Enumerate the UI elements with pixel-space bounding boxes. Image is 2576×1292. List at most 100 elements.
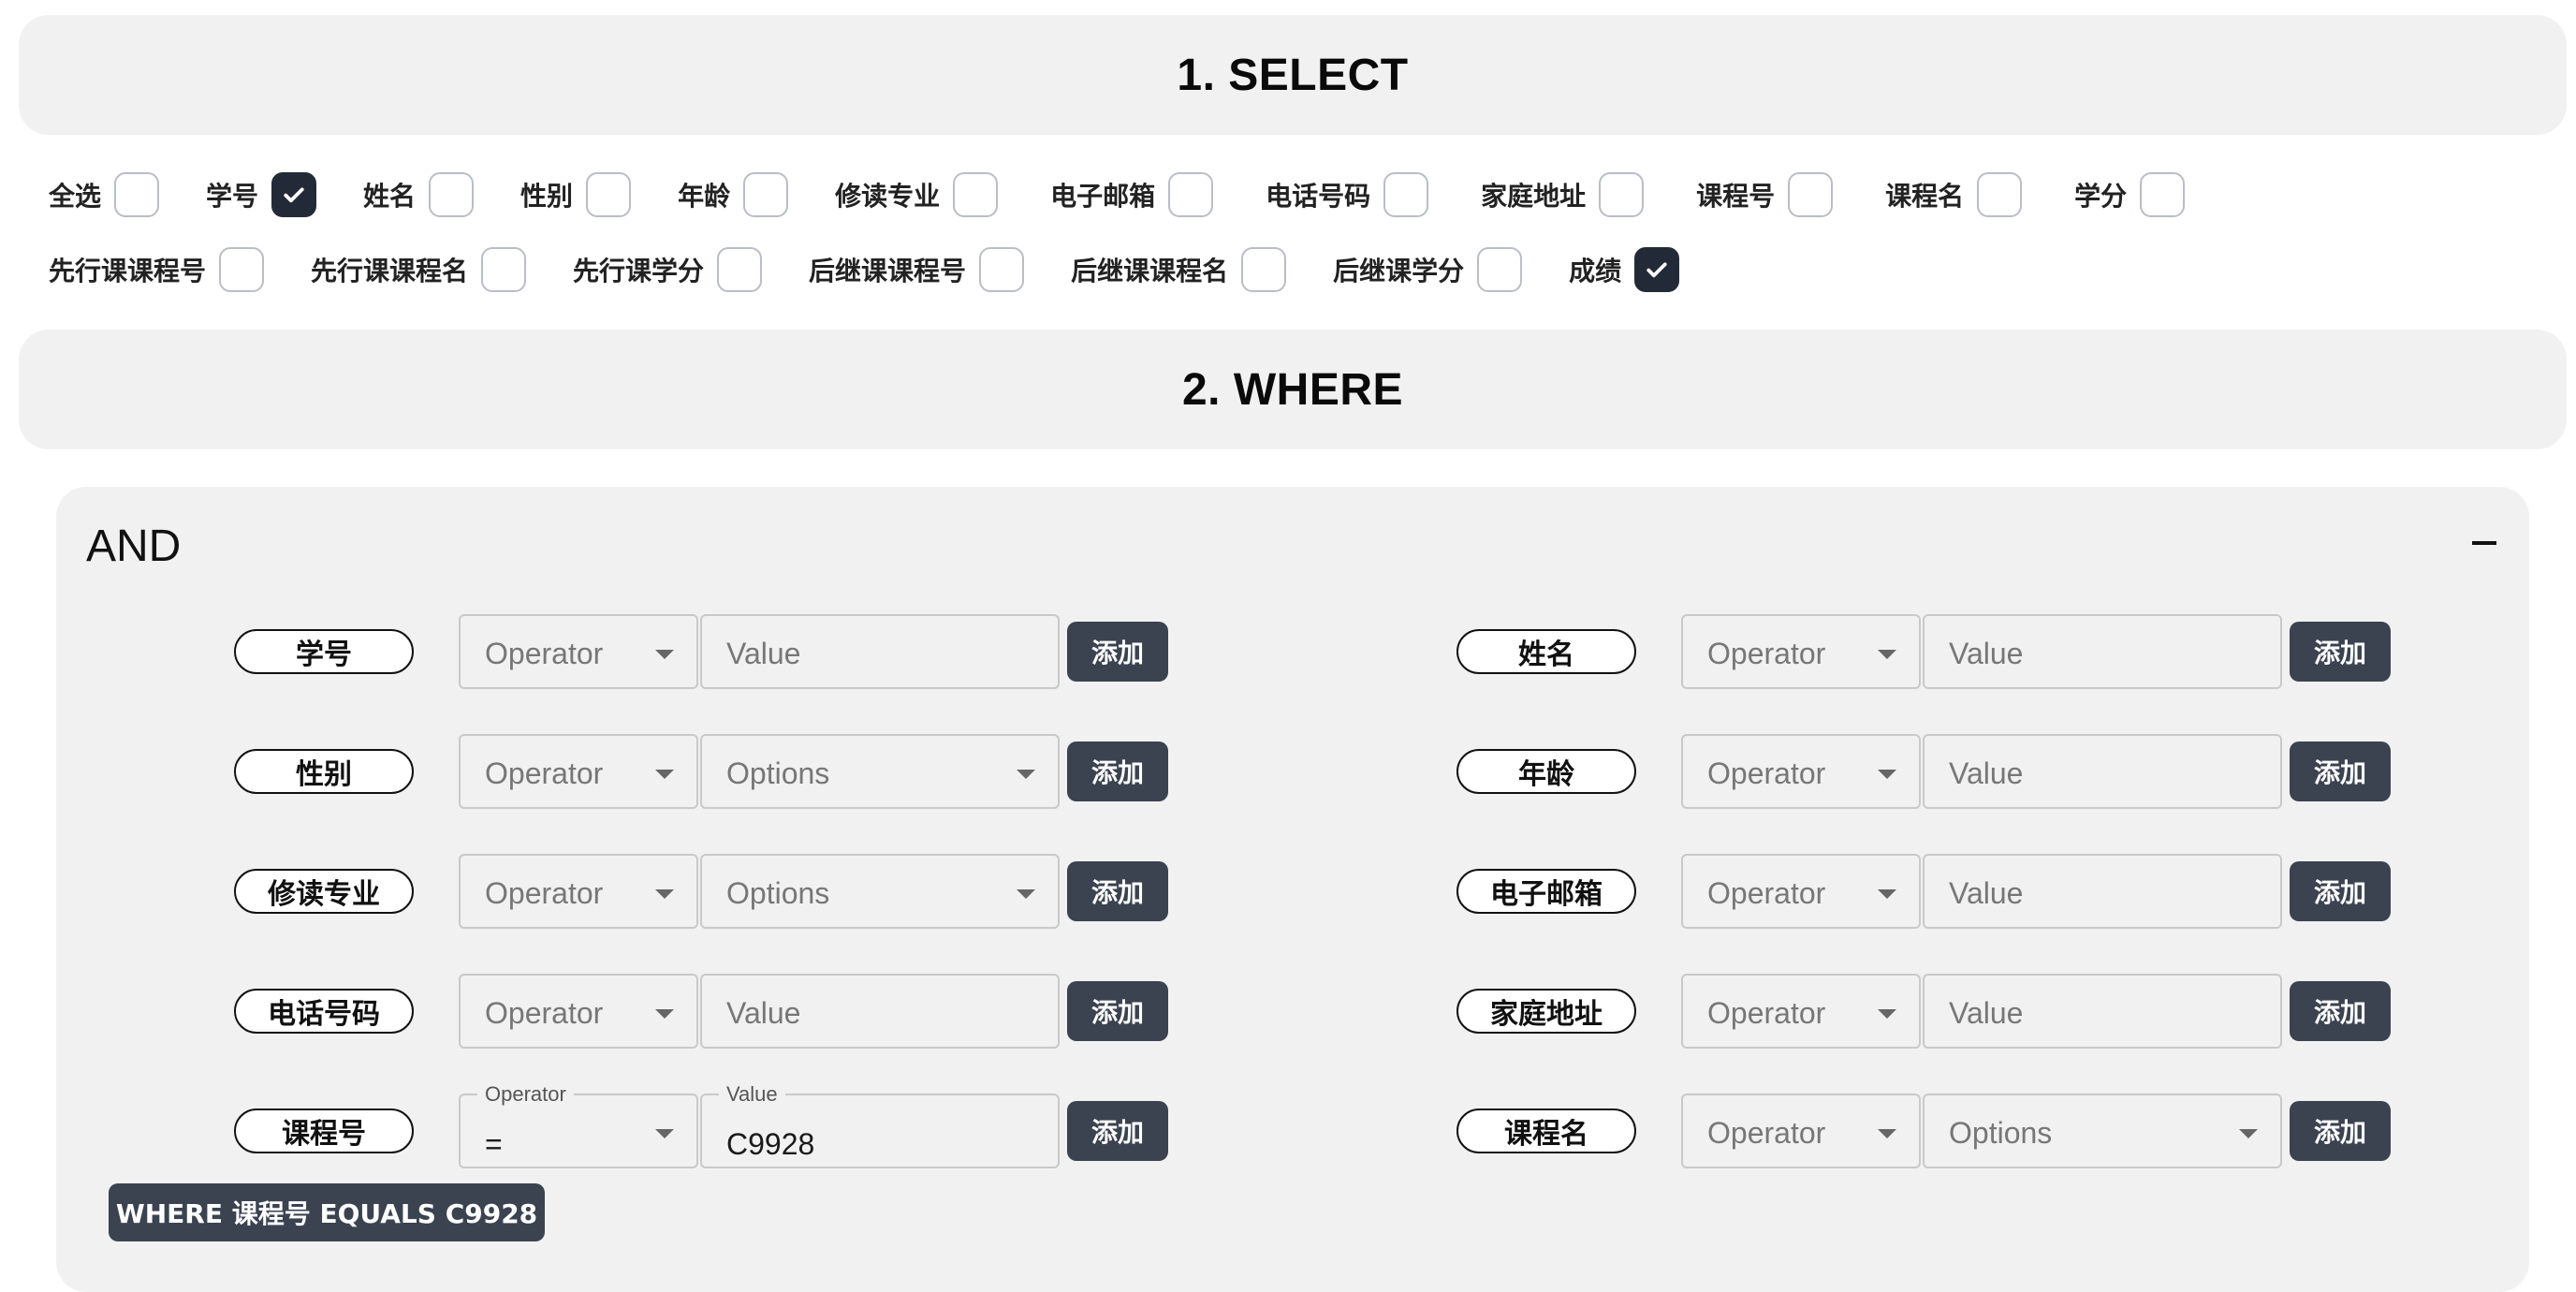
select-field-next-credit[interactable]: 后继课学分 [1333,247,1523,292]
gender-checkbox[interactable] [586,172,632,217]
dropdown-caret-icon [1878,1129,1896,1138]
field-label: 电话号码 [1266,181,1371,212]
course-id-checkbox[interactable] [1788,172,1834,217]
minus-icon [2472,541,2496,545]
add-condition-button[interactable]: 添加 [1067,741,1168,801]
options-select[interactable]: Options [1923,1094,2282,1168]
field-label: 修读专业 [835,181,941,212]
add-condition-button[interactable]: 添加 [2290,861,2391,921]
add-condition-button[interactable]: 添加 [1067,981,1168,1041]
select-field-course-name[interactable]: 课程名 [1885,172,2023,217]
value-placeholder: Value [1949,876,2024,910]
select-field-course-id[interactable]: 课程号 [1696,172,1834,217]
condition-field-pill: 电子邮箱 [1456,869,1636,914]
value-input[interactable]: Value [1923,974,2282,1049]
select-field-email[interactable]: 电子邮箱 [1050,172,1214,217]
prereq-name-checkbox[interactable] [481,247,527,292]
field-label: 先行课课程名 [311,256,469,286]
operator-select[interactable]: Operator [459,974,698,1049]
select-field-prereq-credit[interactable]: 先行课学分 [573,247,763,292]
select-field-major[interactable]: 修读专业 [835,172,999,217]
email-checkbox[interactable] [1168,172,1214,217]
next-credit-checkbox[interactable] [1477,247,1523,292]
field-label: 课程名 [1885,181,1965,212]
where-clause-chip[interactable]: WHERE 课程号 EQUALS C9928 [109,1183,545,1241]
operator-select[interactable]: Operator [459,734,698,809]
select-all-checkbox[interactable] [114,172,160,217]
dropdown-caret-icon [655,1009,674,1019]
value-floating-label: Value [719,1082,785,1107]
next-id-checkbox[interactable] [979,247,1025,292]
add-condition-button[interactable]: 添加 [1067,1101,1168,1161]
select-field-all[interactable]: 全选 [49,172,160,217]
condition-field-pill: 修读专业 [234,869,414,914]
select-field-gender[interactable]: 性别 [520,172,632,217]
student-id-checkbox[interactable] [271,172,317,217]
operator-placeholder: Operator [485,756,604,790]
value-input[interactable]: Value [1923,734,2282,809]
add-condition-button[interactable]: 添加 [1067,861,1168,921]
address-checkbox[interactable] [1599,172,1645,217]
operator-placeholder: Operator [1707,876,1826,910]
select-field-credit[interactable]: 学分 [2074,172,2186,217]
options-placeholder: Options [1949,1116,2053,1150]
operator-select[interactable]: Operator [1681,614,1921,689]
field-label: 后继课课程名 [1071,256,1229,286]
where-condition-group: AND 学号 Operator Value 添加 姓名 Operator Val… [56,487,2529,1292]
add-condition-button[interactable]: 添加 [2290,741,2391,801]
select-field-next-id[interactable]: 后继课课程号 [809,247,1025,292]
value-input[interactable]: Value [700,614,1060,689]
credit-checkbox[interactable] [2140,172,2186,217]
value-input[interactable]: Value C9928 [700,1082,1060,1168]
add-condition-button[interactable]: 添加 [2290,1101,2391,1161]
select-field-phone[interactable]: 电话号码 [1266,172,1429,217]
operator-select[interactable]: Operator [1681,734,1921,809]
select-field-prereq-id[interactable]: 先行课课程号 [49,247,265,292]
collapse-group-button[interactable] [2466,524,2503,562]
value-input[interactable]: Value [1923,854,2282,929]
select-field-grade[interactable]: 成绩 [1569,247,1680,292]
value-placeholder: Value [1949,756,2024,790]
phone-checkbox[interactable] [1383,172,1429,217]
operator-select[interactable]: Operator [1681,974,1921,1049]
dropdown-caret-icon [2239,1129,2258,1138]
add-condition-button[interactable]: 添加 [2290,622,2391,682]
next-name-checkbox[interactable] [1241,247,1287,292]
operator-placeholder: Operator [1707,637,1826,670]
age-checkbox[interactable] [743,172,789,217]
value-placeholder: Value [1949,637,2024,670]
operator-placeholder: Operator [485,996,604,1030]
field-label: 家庭地址 [1481,181,1587,212]
condition-field-pill: 课程名 [1456,1108,1636,1153]
dropdown-caret-icon [1878,770,1896,779]
value-input[interactable]: Value [700,974,1060,1049]
select-field-name[interactable]: 姓名 [363,172,475,217]
select-field-prereq-name[interactable]: 先行课课程名 [311,247,527,292]
add-condition-button[interactable]: 添加 [2290,981,2391,1041]
logic-operator-label: AND [86,521,182,571]
operator-select[interactable]: Operator [459,854,698,929]
field-label: 电子邮箱 [1050,181,1156,212]
value-input[interactable]: Value [1923,614,2282,689]
grade-checkbox[interactable] [1634,247,1680,292]
operator-select[interactable]: Operator = [459,1082,698,1168]
operator-select[interactable]: Operator [1681,1094,1921,1168]
name-checkbox[interactable] [429,172,475,217]
add-condition-button[interactable]: 添加 [1067,622,1168,682]
course-name-checkbox[interactable] [1977,172,2023,217]
prereq-id-checkbox[interactable] [219,247,265,292]
select-field-age[interactable]: 年龄 [678,172,789,217]
field-label: 课程号 [1696,181,1776,212]
options-select[interactable]: Options [700,734,1060,809]
select-field-address[interactable]: 家庭地址 [1481,172,1645,217]
select-field-next-name[interactable]: 后继课课程名 [1071,247,1287,292]
operator-select[interactable]: Operator [1681,854,1921,929]
operator-placeholder: Operator [485,637,604,670]
prereq-credit-checkbox[interactable] [717,247,763,292]
major-checkbox[interactable] [953,172,999,217]
operator-select[interactable]: Operator [459,614,698,689]
value-placeholder: Value [1949,996,2024,1030]
options-select[interactable]: Options [700,854,1060,929]
where-title: 2. WHERE [1181,364,1404,415]
select-field-student-id[interactable]: 学号 [206,172,317,217]
